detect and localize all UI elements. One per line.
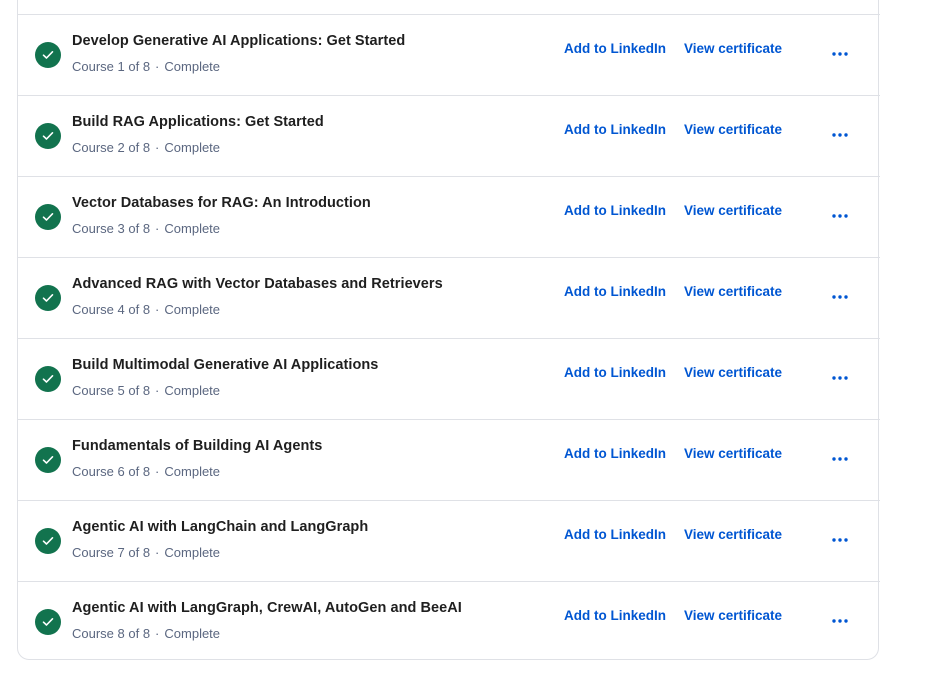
course-status: Complete xyxy=(164,464,221,479)
separator: · xyxy=(155,302,160,317)
course-title[interactable]: Advanced RAG with Vector Databases and R… xyxy=(72,276,443,292)
course-title[interactable]: Develop Generative AI Applications: Get … xyxy=(72,33,405,49)
course-number: Course 3 of 8 xyxy=(72,221,151,236)
view-certificate-link[interactable]: View certificate xyxy=(684,41,782,56)
course-row: Advanced RAG with Vector Databases and R… xyxy=(18,258,880,339)
course-title[interactable]: Fundamentals of Building AI Agents xyxy=(72,438,322,454)
course-title[interactable]: Build RAG Applications: Get Started xyxy=(72,114,324,130)
course-row: Vector Databases for RAG: An Introductio… xyxy=(18,177,880,258)
check-circle-icon xyxy=(35,204,61,230)
course-number: Course 7 of 8 xyxy=(72,545,151,560)
add-to-linkedin-link[interactable]: Add to LinkedIn xyxy=(564,527,666,542)
more-horizontal-icon[interactable] xyxy=(827,611,853,631)
check-circle-icon xyxy=(35,447,61,473)
separator: · xyxy=(155,221,160,236)
course-row: Build RAG Applications: Get Started Cour… xyxy=(18,96,880,177)
check-circle-icon xyxy=(35,42,61,68)
course-row: Agentic AI with LangChain and LangGraph … xyxy=(18,501,880,582)
course-row: Develop Generative AI Applications: Get … xyxy=(18,15,880,96)
view-certificate-link[interactable]: View certificate xyxy=(684,365,782,380)
course-status: Complete xyxy=(164,140,221,155)
course-number: Course 4 of 8 xyxy=(72,302,151,317)
add-to-linkedin-link[interactable]: Add to LinkedIn xyxy=(564,446,666,461)
view-certificate-link[interactable]: View certificate xyxy=(684,527,782,542)
course-number: Course 2 of 8 xyxy=(72,140,151,155)
course-row: Build Multimodal Generative AI Applicati… xyxy=(18,339,880,420)
view-certificate-link[interactable]: View certificate xyxy=(684,608,782,623)
course-number: Course 6 of 8 xyxy=(72,464,151,479)
separator: · xyxy=(155,464,160,479)
course-title[interactable]: Agentic AI with LangGraph, CrewAI, AutoG… xyxy=(72,600,462,616)
course-meta: Course 3 of 8 · Complete xyxy=(72,221,220,236)
separator: · xyxy=(155,140,160,155)
add-to-linkedin-link[interactable]: Add to LinkedIn xyxy=(564,41,666,56)
course-meta: Course 4 of 8 · Complete xyxy=(72,302,220,317)
view-certificate-link[interactable]: View certificate xyxy=(684,446,782,461)
add-to-linkedin-link[interactable]: Add to LinkedIn xyxy=(564,203,666,218)
add-to-linkedin-link[interactable]: Add to LinkedIn xyxy=(564,365,666,380)
course-status: Complete xyxy=(164,545,221,560)
check-circle-icon xyxy=(35,609,61,635)
course-meta: Course 2 of 8 · Complete xyxy=(72,140,220,155)
course-number: Course 5 of 8 xyxy=(72,383,151,398)
check-circle-icon xyxy=(35,285,61,311)
check-circle-icon xyxy=(35,366,61,392)
more-horizontal-icon[interactable] xyxy=(827,368,853,388)
separator: · xyxy=(155,59,160,74)
add-to-linkedin-link[interactable]: Add to LinkedIn xyxy=(564,608,666,623)
course-row: Agentic AI with LangGraph, CrewAI, AutoG… xyxy=(18,582,880,663)
view-certificate-link[interactable]: View certificate xyxy=(684,122,782,137)
view-certificate-link[interactable]: View certificate xyxy=(684,203,782,218)
course-status: Complete xyxy=(164,59,221,74)
check-circle-icon xyxy=(35,123,61,149)
course-title[interactable]: Build Multimodal Generative AI Applicati… xyxy=(72,357,378,373)
course-meta: Course 1 of 8 · Complete xyxy=(72,59,220,74)
more-horizontal-icon[interactable] xyxy=(827,530,853,550)
more-horizontal-icon[interactable] xyxy=(827,125,853,145)
more-horizontal-icon[interactable] xyxy=(827,449,853,469)
course-meta: Course 6 of 8 · Complete xyxy=(72,464,220,479)
course-list-card: Develop Generative AI Applications: Get … xyxy=(17,0,880,663)
add-to-linkedin-link[interactable]: Add to LinkedIn xyxy=(564,284,666,299)
course-meta: Course 8 of 8 · Complete xyxy=(72,626,220,641)
add-to-linkedin-link[interactable]: Add to LinkedIn xyxy=(564,122,666,137)
course-status: Complete xyxy=(164,383,221,398)
course-title[interactable]: Agentic AI with LangChain and LangGraph xyxy=(72,519,368,535)
separator: · xyxy=(155,383,160,398)
course-meta: Course 7 of 8 · Complete xyxy=(72,545,220,560)
view-certificate-link[interactable]: View certificate xyxy=(684,284,782,299)
more-horizontal-icon[interactable] xyxy=(827,44,853,64)
more-horizontal-icon[interactable] xyxy=(827,206,853,226)
separator: · xyxy=(155,545,160,560)
course-row: Fundamentals of Building AI Agents Cours… xyxy=(18,420,880,501)
course-title[interactable]: Vector Databases for RAG: An Introductio… xyxy=(72,195,371,211)
separator: · xyxy=(155,626,160,641)
course-status: Complete xyxy=(164,302,221,317)
check-circle-icon xyxy=(35,528,61,554)
more-horizontal-icon[interactable] xyxy=(827,287,853,307)
course-status: Complete xyxy=(164,221,221,236)
course-number: Course 1 of 8 xyxy=(72,59,151,74)
course-status: Complete xyxy=(164,626,221,641)
course-number: Course 8 of 8 xyxy=(72,626,151,641)
course-meta: Course 5 of 8 · Complete xyxy=(72,383,220,398)
